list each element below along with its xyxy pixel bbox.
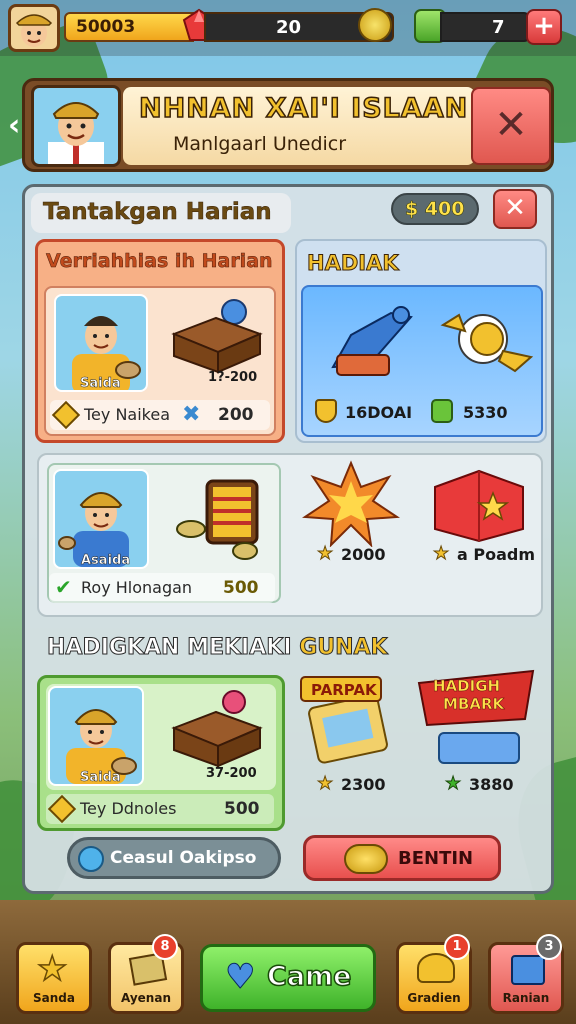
nav-ayenan-badge: 8 [152, 934, 178, 960]
harvest-quest-task: Tey Ddnoles [80, 799, 177, 818]
gold-gem-icon-2 [47, 794, 77, 824]
quest-header: NHNAN XAI'I ISLAAN Manlgaarl Unedicr ✕ [22, 78, 554, 172]
section2-reward2-value: 3880 [469, 775, 514, 794]
coin-shop-icon[interactable] [358, 8, 392, 42]
crate-machine-icon [171, 299, 263, 374]
window-frame-icon [176, 479, 259, 560]
reward-card-label: HADIAK [307, 251, 400, 276]
reward2-value: a Poadm [457, 545, 536, 564]
worker-portrait: Saida [54, 294, 148, 392]
gold-shield-icon [315, 399, 337, 423]
claim-button-label: BENTIN [398, 848, 474, 869]
cancel-button-label: Ceasul Oakipso [110, 848, 257, 868]
construction-quest-task: Roy Hlonagan [81, 578, 193, 597]
builder-caption: Asaida [81, 553, 131, 568]
daily-quest-value: 200 [218, 405, 254, 425]
checkmark-icon: ✔ [55, 575, 72, 599]
nav-game-button[interactable]: ♥ Came [200, 944, 376, 1012]
header-title: NHNAN XAI'I ISLAAN [138, 92, 469, 125]
player-avatar[interactable] [8, 4, 60, 52]
star-small-icon: ★ [316, 543, 334, 565]
harvest-quest-value: 500 [224, 799, 260, 819]
daily-challenge-panel: Tantakgan Harian $ 400 ✕ Verriahhias ih … [22, 184, 554, 894]
blue-box-icon [511, 955, 545, 985]
harvest-quest-card[interactable]: Saida 37-200 Tey Ddnoles 500 [37, 675, 285, 831]
banner-line2: MBARK [443, 695, 505, 714]
explosion-reward-icon [302, 460, 401, 547]
green-gem-small-icon [431, 399, 453, 423]
header-character-portrait [31, 85, 121, 167]
daily-quest-task: Tey Naikea [84, 405, 171, 424]
nav-ranian-label: Ranian [502, 991, 550, 1005]
reward1-value: 2000 [341, 545, 386, 564]
panel-close-button[interactable]: ✕ [493, 189, 537, 229]
gems-value: 7 [492, 17, 505, 38]
daily-quest-reward-strip: Tey Naikea ✖ 200 [50, 400, 270, 430]
coins-value: 50003 [76, 17, 136, 37]
star-small-icon-2: ★ [432, 543, 450, 565]
coins-counter: 50003 [64, 12, 194, 42]
nav-game-label: Came [266, 960, 352, 993]
harvest-quest-content: Saida 37-200 [46, 684, 276, 790]
money-value: $ 400 [405, 198, 465, 221]
construction-quest-value: 500 [223, 578, 259, 598]
harvest-quest-reward-strip: Tey Ddnoles 500 [46, 794, 274, 824]
nav-sanda-label: Sanda [33, 991, 75, 1005]
worker-caption: Saida [80, 376, 121, 391]
reward-left-value: 16DOAI [345, 403, 413, 422]
claim-button[interactable]: BENTIN [303, 835, 501, 881]
construction-quest-content: Asaida ✔ Roy Hlonagan 500 [47, 463, 281, 603]
banner-line1: HADIGH [433, 677, 501, 696]
header-close-button[interactable]: ✕ [471, 87, 551, 165]
nav-ayenan-label: Ayenan [120, 991, 171, 1005]
harvest-worker-portrait: Saida [48, 686, 144, 786]
gift-box-icon [434, 469, 524, 543]
section2-title-main: HADIGKAN MEKIAKI [47, 635, 293, 661]
tools-icon: ✖ [182, 402, 201, 427]
star-nav-icon: ★ [36, 948, 68, 990]
daily-quest-card[interactable]: Verriahhias ih Harian Saida 1?-200 Tey N… [35, 239, 285, 443]
back-arrow-icon[interactable]: ‹ [8, 108, 20, 143]
harvest-crate-caption: 37-200 [206, 766, 257, 781]
construction-quest-card[interactable]: Asaida ✔ Roy Hlonagan 500 ★ 2000 ★ a Poa… [37, 453, 543, 617]
cancel-button[interactable]: Ceasul Oakipso [67, 837, 281, 879]
harvest-crate-icon [171, 690, 263, 768]
money-badge: $ 400 [391, 193, 479, 225]
daily-quest-content: Saida 1?-200 Tey Naikea ✖ 200 [44, 286, 276, 436]
nav-ranian-badge: 3 [536, 934, 562, 960]
add-currency-button[interactable]: + [526, 9, 562, 45]
panel-title-tab: Tantakgan Harian [31, 193, 291, 233]
construction-quest-reward-strip: ✔ Roy Hlonagan 500 [49, 573, 275, 603]
star-green-icon: ★ [444, 773, 462, 795]
nav-gradien-badge: 1 [444, 934, 470, 960]
player-face-icon [15, 14, 53, 47]
character-icon [48, 102, 104, 164]
reward-card[interactable]: HADIAK 16DOAI 5330 [295, 239, 547, 443]
nav-gradien-label: Gradien [407, 991, 461, 1005]
section2-reward1-value: 2300 [341, 775, 386, 794]
nav-sanda[interactable]: ★ Sanda [16, 942, 92, 1014]
reward-card-content: 16DOAI 5330 [301, 285, 543, 437]
coin-icon [344, 844, 388, 874]
level-value: 20 [276, 17, 302, 38]
bird-icon [440, 313, 534, 373]
harvest-worker-caption: Saida [80, 770, 121, 785]
blue-pipe-icon [331, 306, 413, 376]
crate-caption: 1?-200 [208, 370, 258, 385]
gold-gem-icon [51, 400, 81, 430]
star-small-icon-3: ★ [316, 773, 334, 795]
daily-quest-label: Verriahhias ih Harian [46, 250, 273, 273]
header-subtitle: Manlgaarl Unedicr [173, 133, 347, 155]
heart-icon: ♥ [224, 957, 256, 998]
header-title-box: NHNAN XAI'I ISLAAN Manlgaarl Unedicr [123, 87, 475, 165]
builder-portrait: Asaida [53, 469, 149, 569]
panel-title: Tantakgan Harian [43, 199, 272, 226]
gems-counter: 7 [440, 12, 530, 42]
cancel-dot-icon [78, 846, 104, 872]
section2-title: HADIGKAN MEKIAKI GUNAK [47, 635, 389, 661]
reward-right-value: 5330 [463, 403, 508, 422]
ticket-sign-text: PARPAK [311, 681, 377, 699]
top-resource-bar: 50003 20 7 + [0, 0, 576, 56]
section2-title-accent: GUNAK [299, 635, 388, 661]
